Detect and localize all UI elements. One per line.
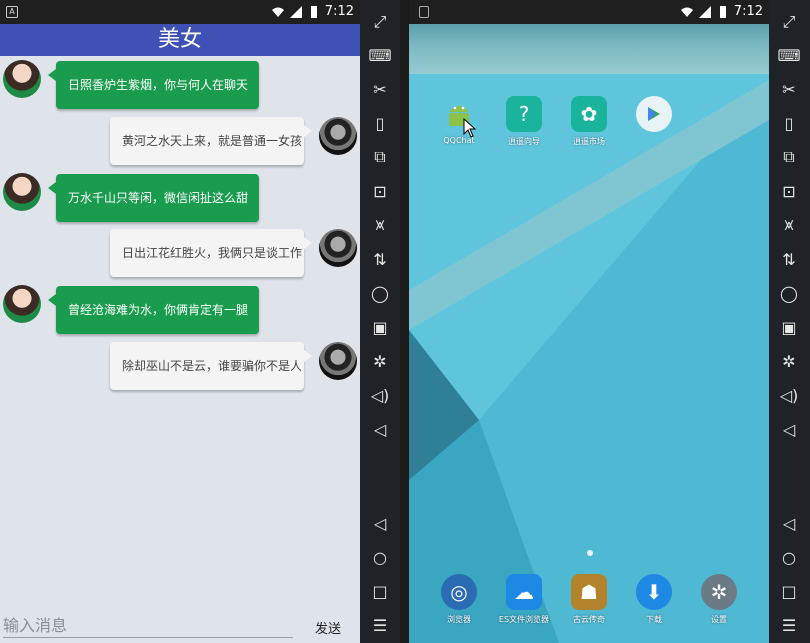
scissors-icon[interactable]: ✂ [777,77,801,101]
app-game[interactable]: ☗ 古云传奇 [557,574,621,625]
menu-icon[interactable]: ☰ [368,613,392,637]
app-es-file[interactable]: ☁ ES文件浏览器 [492,574,556,625]
back-icon[interactable]: ◁ [777,511,801,535]
broom-icon[interactable]: ⩙ [777,213,801,237]
menu-icon[interactable]: ☰ [777,613,801,637]
settings-icon: ✲ [701,574,737,610]
message-incoming[interactable]: 日照香炉生紫烟，你与何人在聊天 [48,61,259,109]
app-label: ES文件浏览器 [498,615,550,624]
app-download[interactable]: ⬇ 下载 [622,574,686,625]
status-bar: A 7:12 [0,0,360,24]
app-label: 逍遥市场 [573,137,605,146]
app-browser[interactable]: ◎ 浏览器 [427,574,491,625]
home-icon[interactable]: ○ [368,545,392,569]
transfer-icon[interactable]: ⇅ [368,247,392,271]
app-settings[interactable]: ✲ 设置 [687,574,751,625]
broom-icon[interactable]: ⩙ [368,213,392,237]
rotate-icon[interactable]: ⧉ [777,145,801,169]
app-label: QQChat [443,136,475,145]
es-file-icon: ☁ [506,574,542,610]
download-icon: ⬇ [636,574,672,610]
volume-up-icon[interactable]: ◁) [368,383,392,407]
send-button[interactable]: 发送 [306,616,350,638]
shield-icon [419,6,429,18]
help-icon: ? [506,96,542,132]
wallpaper-top-band [409,24,769,74]
volume-down-icon[interactable]: ◁ [777,417,801,441]
input-bar: 发送 [0,608,360,643]
contact-avatar[interactable] [3,60,41,98]
settings-icon[interactable]: ✲ [777,349,801,373]
battery-icon [719,5,726,18]
record-icon[interactable]: ▣ [777,315,801,339]
mouse-cursor-icon [463,118,477,138]
settings-icon[interactable]: ✲ [368,349,392,373]
page-title: 美女 [0,24,360,56]
rotate-icon[interactable]: ⧉ [368,145,392,169]
volume-up-icon[interactable]: ◁) [777,383,801,407]
apk-install-icon[interactable]: ⊡ [368,179,392,203]
status-time: 7:12 [733,4,763,19]
scissors-icon[interactable]: ✂ [368,77,392,101]
page-indicator [587,550,593,556]
wifi-icon [271,7,284,17]
emulator-toolbar-right: ⤢ ⌨ ✂ ▯ ⧉ ⊡ ⩙ ⇅ ◯ ▣ ✲ ◁) ◁ ◁ ○ □ ☰ [769,0,810,643]
status-time: 7:12 [324,4,354,19]
message-incoming[interactable]: 曾经沧海难为水，你俩肯定有一腿 [48,286,259,334]
market-icon: ✿ [571,96,607,132]
shake-icon[interactable]: ▯ [368,111,392,135]
app-label: 浏览器 [447,615,471,624]
message-incoming[interactable]: 万水千山只等闲，微信闲扯这么甜 [48,174,259,222]
fullscreen-icon[interactable]: ⤢ [777,10,801,34]
app-label: 设置 [711,615,727,624]
volume-down-icon[interactable]: ◁ [368,417,392,441]
back-icon[interactable]: ◁ [368,511,392,535]
app-label: 逍遥向导 [508,137,540,146]
message-outgoing[interactable]: 日出江花红胜火，我俩只是谈工作 [110,229,312,277]
contact-avatar[interactable] [3,285,41,323]
keyboard-icon[interactable]: ⌨ [368,43,392,67]
browser-icon: ◎ [441,574,477,610]
wifi-icon [680,7,693,17]
fullscreen-icon[interactable]: ⤢ [368,10,392,34]
notification-icon: A [6,6,18,18]
emulator-screen: A 7:12 美女 日照香炉生紫烟，你与何人在聊天 黄河之水天上来，就是普通一女… [0,0,810,643]
signal-icon [698,5,711,18]
my-avatar[interactable] [319,229,357,267]
my-avatar[interactable] [319,342,357,380]
app-play-store[interactable] [622,96,686,132]
app-label: 古云传奇 [573,615,605,624]
shake-icon[interactable]: ▯ [777,111,801,135]
play-store-icon [636,96,672,132]
signal-icon [289,5,302,18]
app-guide[interactable]: ? 逍遥向导 [492,96,556,147]
app-market[interactable]: ✿ 逍遥市场 [557,96,621,147]
my-avatar[interactable] [319,117,357,155]
keyboard-icon[interactable]: ⌨ [777,43,801,67]
game-icon: ☗ [571,574,607,610]
launcher-screen: 7:12 QQChat ? 逍遥向导 ✿ 逍遥市场 ◎ 浏览器 ☁ ES文件浏览… [409,0,769,643]
mouse-icon[interactable]: ◯ [368,281,392,305]
contact-avatar[interactable] [3,173,41,211]
app-label: 下载 [646,615,662,624]
home-icon[interactable]: ○ [777,545,801,569]
record-icon[interactable]: ▣ [368,315,392,339]
apk-install-icon[interactable]: ⊡ [777,179,801,203]
mouse-icon[interactable]: ◯ [777,281,801,305]
app-qqchat[interactable]: QQChat [427,96,491,145]
recents-icon[interactable]: □ [368,579,392,603]
recents-icon[interactable]: □ [777,579,801,603]
message-input[interactable] [3,614,293,638]
message-outgoing[interactable]: 除却巫山不是云，谁要骗你不是人 [110,342,312,390]
message-outgoing[interactable]: 黄河之水天上来，就是普通一女孩 [110,117,312,165]
chat-app: A 7:12 美女 日照香炉生紫烟，你与何人在聊天 黄河之水天上来，就是普通一女… [0,0,360,643]
status-bar: 7:12 [409,0,769,24]
transfer-icon[interactable]: ⇅ [777,247,801,271]
emulator-toolbar-left: ⤢ ⌨ ✂ ▯ ⧉ ⊡ ⩙ ⇅ ◯ ▣ ✲ ◁) ◁ ◁ ○ □ ☰ [360,0,400,643]
battery-icon [310,5,317,18]
